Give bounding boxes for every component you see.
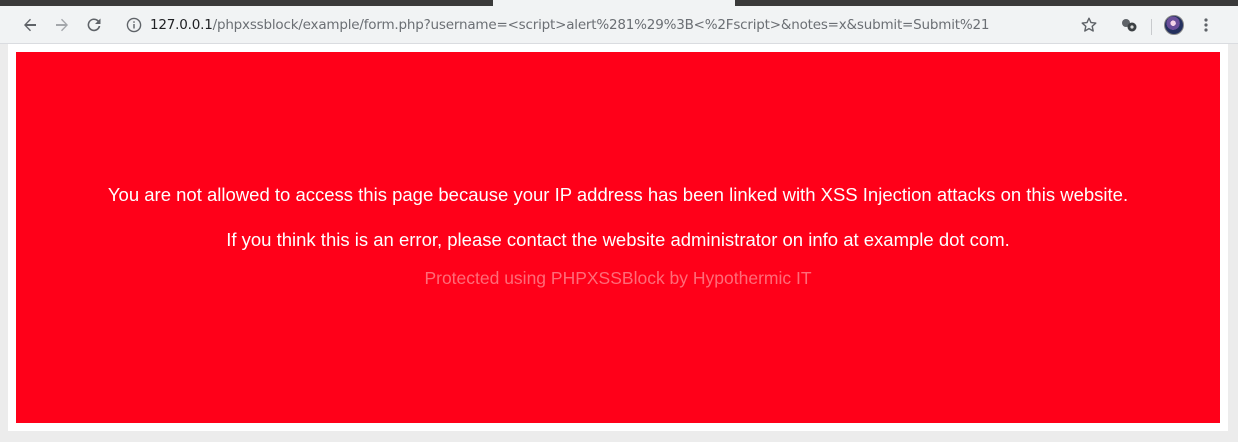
url-text[interactable]: 127.0.0.1/phpxssblock/example/form.php?u… bbox=[150, 16, 989, 34]
arrow-left-icon bbox=[24, 18, 36, 32]
contact-message: If you think this is an error, please co… bbox=[226, 229, 1010, 250]
toolbar-separator bbox=[1151, 19, 1152, 35]
browser-menu-button[interactable] bbox=[1193, 12, 1219, 38]
star-icon bbox=[1081, 17, 1097, 32]
info-icon bbox=[126, 17, 142, 33]
reload-button[interactable] bbox=[81, 12, 107, 38]
site-info-button[interactable] bbox=[124, 15, 144, 35]
bookmark-button[interactable] bbox=[1076, 12, 1102, 38]
protection-footer: Protected using PHPXSSBlock by Hypotherm… bbox=[424, 268, 812, 288]
page-viewport: You are not allowed to access this page … bbox=[8, 44, 1228, 431]
browser-toolbar: 127.0.0.1/phpxssblock/example/form.php?u… bbox=[0, 6, 1238, 44]
url-host: 127.0.0.1 bbox=[150, 17, 213, 33]
forward-button[interactable] bbox=[49, 12, 75, 38]
browser-window: 127.0.0.1/phpxssblock/example/form.php?u… bbox=[0, 0, 1238, 442]
kebab-menu-icon bbox=[1204, 18, 1208, 32]
extension-icon bbox=[1122, 19, 1137, 32]
blocked-notice-panel: You are not allowed to access this page … bbox=[16, 52, 1220, 423]
profile-button[interactable] bbox=[1161, 12, 1187, 38]
arrow-right-icon bbox=[56, 18, 68, 32]
url-path: /phpxssblock/example/form.php?username=<… bbox=[212, 17, 990, 33]
address-bar[interactable]: 127.0.0.1/phpxssblock/example/form.php?u… bbox=[118, 10, 1228, 40]
reload-icon bbox=[87, 18, 101, 32]
block-message: You are not allowed to access this page … bbox=[107, 184, 1129, 205]
back-button[interactable] bbox=[17, 12, 43, 38]
extension-button[interactable] bbox=[1116, 12, 1142, 38]
avatar bbox=[1164, 15, 1184, 35]
